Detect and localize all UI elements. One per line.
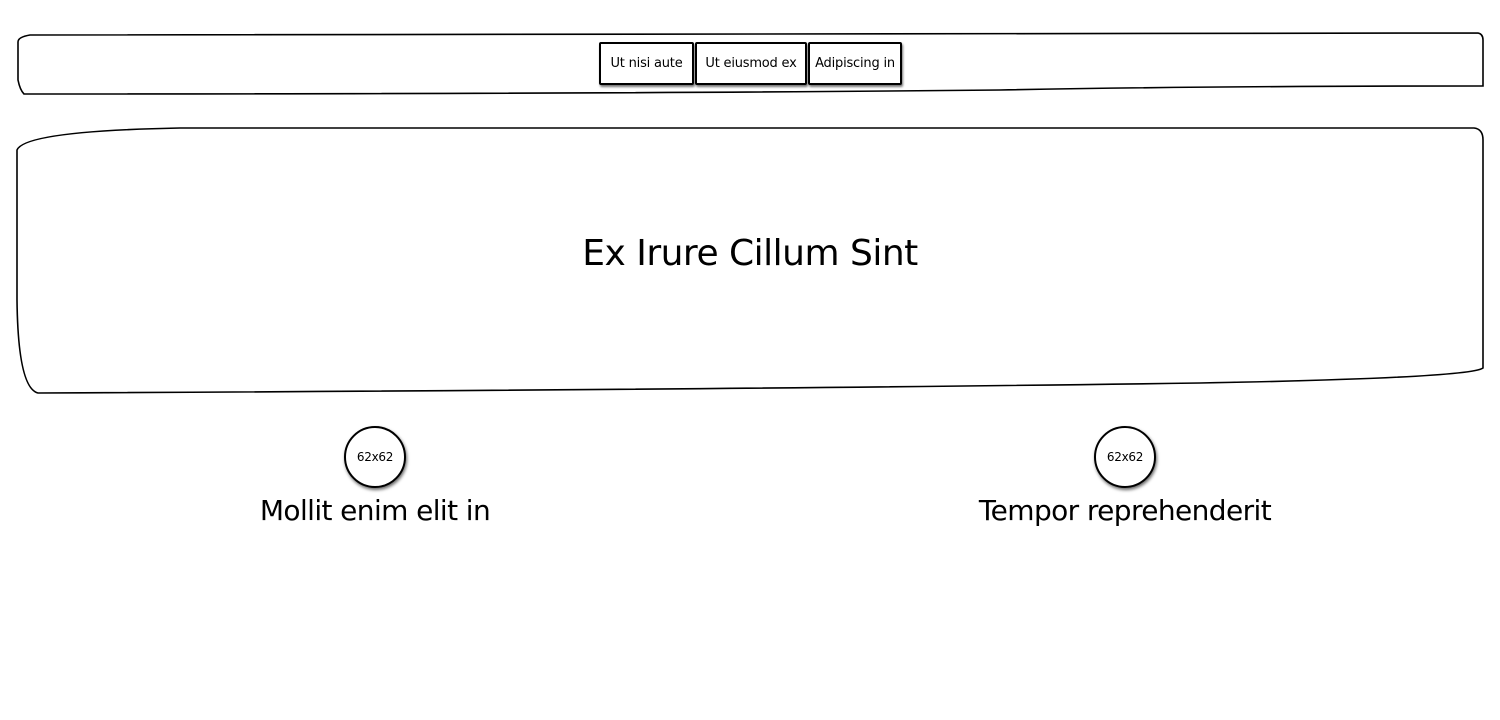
image-placeholder: 62x62 — [1094, 426, 1156, 488]
nav-button-ut-nisi-aute[interactable]: Ut nisi aute — [599, 42, 694, 85]
feature-title: Mollit enim elit in — [259, 494, 491, 527]
nav-button-ut-eiusmod-ex[interactable]: Ut eiusmod ex — [695, 42, 807, 85]
hero-title: Ex Irure Cillum Sint — [582, 233, 918, 274]
nav-button-adipiscing-in[interactable]: Adipiscing in — [808, 42, 902, 85]
feature-item: 62x62 Tempor reprehenderit — [925, 426, 1325, 530]
nav-buttons: Ut nisi aute Ut eiusmod ex Adipiscing in — [599, 42, 902, 85]
feature-title: Tempor reprehenderit — [978, 494, 1272, 527]
image-placeholder: 62x62 — [344, 426, 406, 488]
feature-item: 62x62 Mollit enim elit in — [175, 426, 575, 530]
